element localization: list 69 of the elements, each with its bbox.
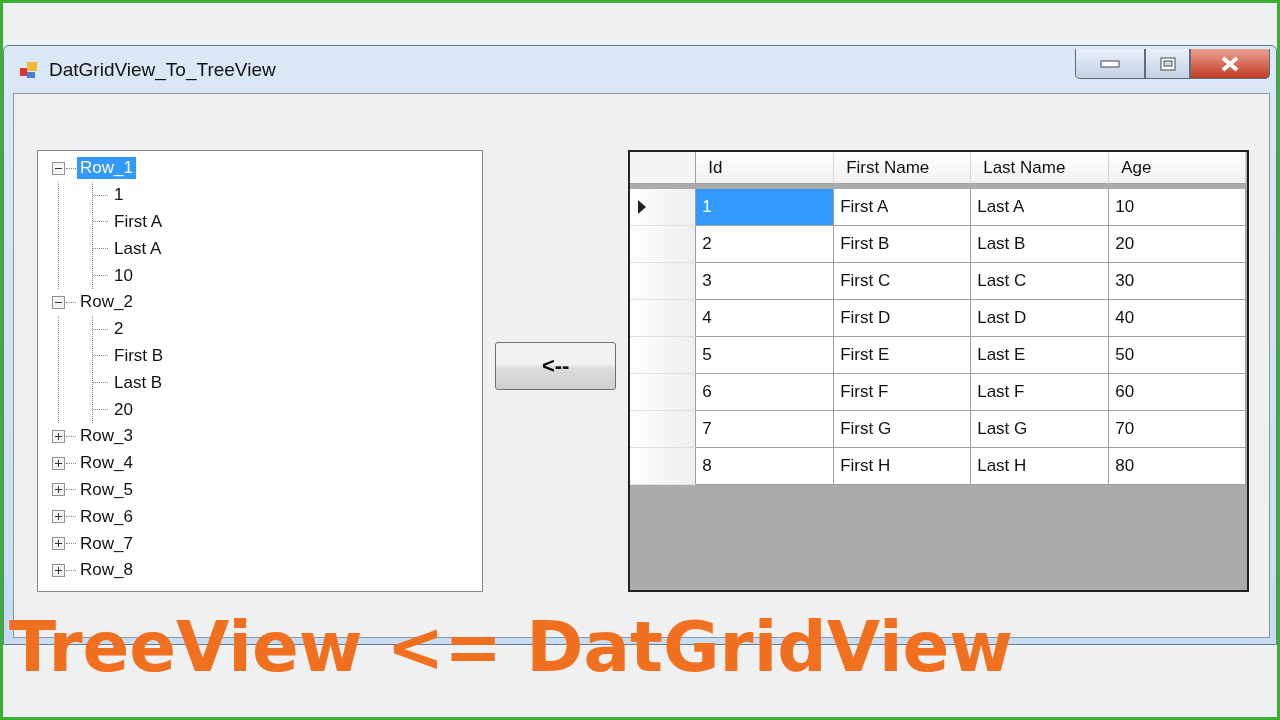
app-icon (19, 59, 39, 80)
tree-node[interactable]: Row_5 (77, 478, 136, 501)
tree-node[interactable]: 2 (111, 318, 127, 341)
table-cell[interactable]: First D (834, 300, 972, 337)
maximize-button[interactable] (1145, 49, 1190, 79)
table-cell[interactable]: Last A (971, 189, 1110, 226)
table-cell[interactable]: First B (834, 226, 972, 263)
tree-node[interactable]: Row_6 (77, 505, 136, 528)
table-cell[interactable]: First A (834, 189, 972, 226)
table-cell[interactable]: Last G (971, 411, 1110, 448)
tree-node[interactable]: 20 (111, 398, 136, 421)
tree-node[interactable]: 1 (111, 184, 127, 207)
column-header[interactable]: Age (1109, 152, 1247, 184)
expand-icon[interactable] (52, 510, 65, 524)
table-cell[interactable]: 4 (696, 300, 835, 337)
table-cell[interactable]: 8 (696, 448, 835, 485)
tree-node[interactable]: Row_7 (77, 532, 136, 555)
close-button[interactable] (1190, 49, 1270, 79)
table-cell[interactable]: First G (834, 411, 972, 448)
column-header[interactable]: Last Name (971, 152, 1110, 184)
table-cell[interactable]: First E (834, 337, 972, 374)
tree-node[interactable]: First A (111, 211, 166, 233)
expand-icon[interactable] (52, 429, 65, 443)
table-cell[interactable]: 6 (696, 374, 835, 411)
table-cell[interactable]: 7 (696, 411, 835, 448)
collapse-icon[interactable] (52, 161, 65, 175)
tree-node[interactable]: Row_8 (77, 559, 136, 582)
expand-icon[interactable] (52, 456, 65, 470)
table-cell[interactable]: Last B (971, 226, 1110, 263)
table-cell[interactable]: Last C (971, 263, 1110, 300)
tree-node[interactable]: Last A (111, 237, 165, 260)
tree-node[interactable]: Row_4 (77, 452, 136, 475)
table-cell[interactable]: Last D (971, 300, 1110, 337)
close-icon (1220, 55, 1240, 72)
table-cell[interactable]: 50 (1109, 337, 1247, 374)
minimize-icon (1100, 59, 1120, 68)
table-cell[interactable]: 80 (1109, 448, 1247, 485)
table-cell[interactable]: 5 (696, 337, 835, 374)
row-header[interactable] (630, 189, 697, 226)
table-cell[interactable]: First F (834, 374, 972, 411)
table-cell[interactable]: First C (834, 263, 972, 300)
tree-node[interactable]: Row_2 (77, 291, 136, 314)
table-cell[interactable]: 40 (1109, 300, 1247, 337)
transfer-button[interactable]: <-- (495, 342, 617, 390)
maximize-icon (1159, 56, 1176, 71)
table-cell[interactable]: Last H (971, 448, 1110, 485)
tree-node[interactable]: Last B (111, 371, 166, 394)
tree-node[interactable]: Row_3 (77, 425, 136, 448)
minimize-button[interactable] (1075, 49, 1145, 79)
column-header[interactable]: Id (696, 152, 835, 184)
expand-icon[interactable] (52, 537, 65, 551)
table-cell[interactable]: 70 (1109, 411, 1247, 448)
table-cell[interactable]: 30 (1109, 263, 1247, 300)
expand-icon[interactable] (52, 483, 65, 497)
tree-node[interactable]: First B (111, 344, 167, 367)
table-cell[interactable]: 2 (696, 226, 835, 263)
tree-node[interactable]: 10 (111, 264, 136, 287)
current-row-icon (638, 200, 647, 214)
collapse-icon[interactable] (52, 295, 65, 309)
table-cell[interactable]: 3 (696, 263, 835, 300)
table-cell[interactable]: Last E (971, 337, 1110, 374)
table-cell[interactable]: Last F (971, 374, 1110, 411)
table-cell[interactable]: 60 (1109, 374, 1247, 411)
window-title: DatGridView_To_TreeView (49, 58, 277, 81)
table-cell[interactable]: First H (834, 448, 972, 485)
table-cell[interactable]: 10 (1109, 189, 1247, 226)
table-cell[interactable]: 20 (1109, 226, 1247, 263)
column-header[interactable]: First Name (834, 152, 972, 184)
expand-icon[interactable] (52, 563, 65, 577)
